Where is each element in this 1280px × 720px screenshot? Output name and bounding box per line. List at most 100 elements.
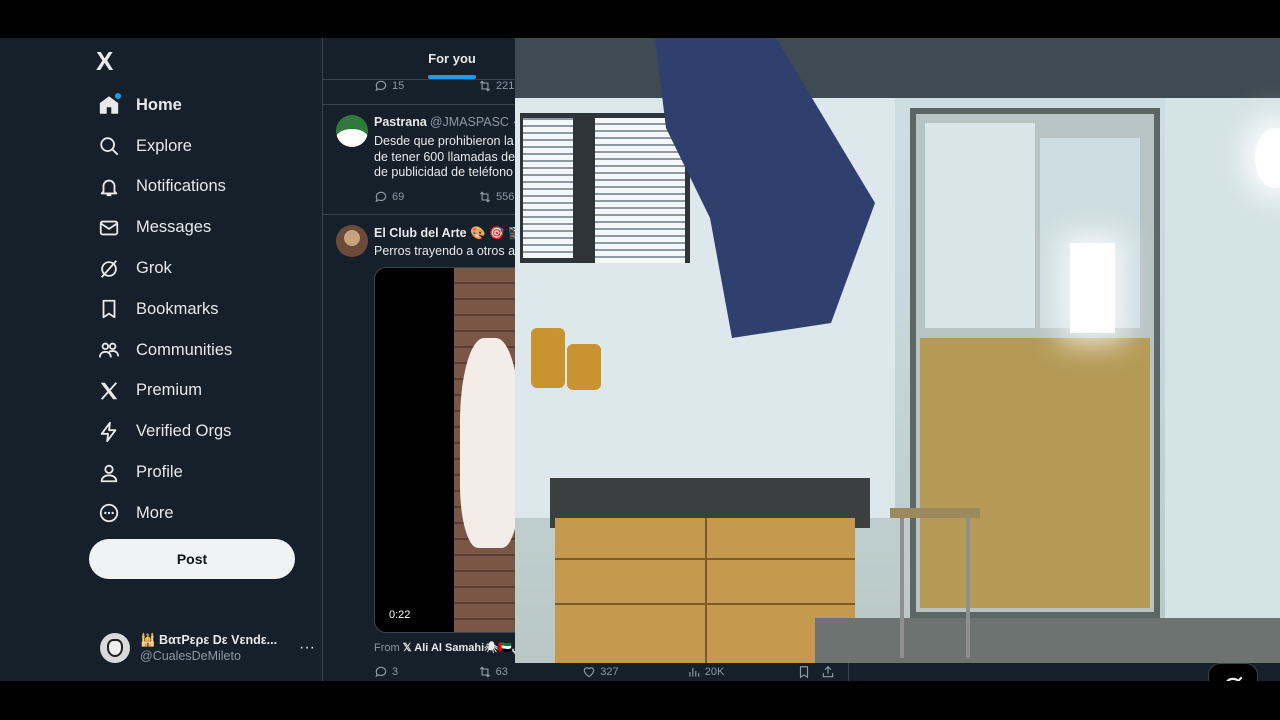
nav-label: Messages [136,218,212,237]
heart-icon [583,667,595,678]
home-icon [96,92,122,118]
video-subject [460,338,520,548]
scene-jar [567,344,601,390]
avatar[interactable] [336,115,368,147]
repost-count: 221 [496,80,515,92]
tweet-text: de tener 600 llamadas de [374,150,516,164]
nav-label: Home [136,95,182,114]
top-black-bar [0,0,1280,38]
tweet-author-handle[interactable]: @JMASPASC · [430,115,517,129]
view-count: 20K [704,666,725,678]
share-icon [822,665,834,678]
scene-jar [531,328,565,388]
envelope-icon [96,215,122,241]
nav-item-more[interactable]: More [96,493,232,534]
person-icon [96,460,122,486]
account-text: 🕌 BατPερε Dε Vεndε... @CualesDeMileto [140,632,295,664]
notification-dot [115,93,121,100]
repost-button[interactable]: 63 [478,665,583,679]
bookmark-icon [96,296,122,322]
account-handle: @CualesDeMileto [140,649,241,663]
floating-video-player[interactable] [515,38,1280,663]
repost-count: 63 [495,666,508,678]
reply-icon [375,80,387,92]
reply-button[interactable]: 15 [374,79,478,93]
tweet-text: Perros trayendo a otros a [374,244,516,258]
scene-blinds [523,118,573,258]
nav-item-communities[interactable]: Communities [96,330,232,371]
nav-label: Notifications [136,177,226,196]
account-name: 🕌 BατPερε Dε Vεndε... [140,633,278,647]
tweet-author-name[interactable]: El Club del Arte 🎨 🎯 🎬 [374,226,524,240]
x-app: X Home Explore Notifications Messages Gr… [0,38,1280,711]
reply-icon [375,666,387,678]
nav-label: Grok [136,259,172,278]
repost-icon [479,80,491,92]
nav-item-bookmarks[interactable]: Bookmarks [96,289,232,330]
share-button[interactable] [821,665,839,679]
avatar [100,633,130,663]
grok-icon [96,256,122,282]
tweet-text: Desde que prohibieron la [374,134,514,148]
repost-icon [479,191,491,203]
nav-item-premium[interactable]: Premium [96,371,232,412]
nav-item-messages[interactable]: Messages [96,207,232,248]
repost-button[interactable]: 221 [478,79,514,93]
scene-ceiling [515,38,1280,98]
scene-light [1070,243,1115,333]
tweet-header: El Club del Arte 🎨 🎯 🎬 [374,226,524,241]
more-dots-icon[interactable]: ··· [299,639,315,657]
scene-door-glass [925,123,1035,328]
tweet-author-name[interactable]: Pastrana [374,115,427,129]
from-prefix: From [374,642,400,654]
video-duration: 0:22 [385,608,415,622]
views-icon [689,667,700,677]
nav-list: Home Explore Notifications Messages Grok… [96,85,232,534]
scene-stool [890,508,980,658]
views-button[interactable]: 20K [687,665,798,679]
bottom-black-bar [0,681,1280,720]
tweet-actions: 69 556 [374,190,514,204]
reply-count: 69 [392,191,405,203]
x-logo-icon [96,378,122,404]
scene-blinds [595,118,685,263]
nav-item-home[interactable]: Home [96,85,232,126]
nav-label: Bookmarks [136,299,219,318]
nav-item-grok[interactable]: Grok [96,248,232,289]
more-circle-icon [96,500,122,526]
sidebar: X Home Explore Notifications Messages Gr… [0,38,323,681]
tab-for-you[interactable]: For you [409,51,495,66]
bookmark-button[interactable] [797,665,821,679]
nav-item-explore[interactable]: Explore [96,126,232,167]
bookmark-icon [800,666,809,679]
nav-label: More [136,503,174,522]
x-logo-icon[interactable]: X [96,48,124,74]
like-button[interactable]: 327 [582,665,687,679]
nav-label: Premium [136,381,203,400]
tweet-actions: 15 221 [374,79,514,93]
communities-icon [96,337,122,363]
bell-icon [96,174,122,200]
reply-count: 3 [392,666,399,678]
tweet-header: Pastrana @JMASPASC · [374,115,517,129]
avatar[interactable] [336,225,368,257]
reply-button[interactable]: 69 [374,190,478,204]
repost-button[interactable]: 556 [478,190,514,204]
account-switcher[interactable]: 🕌 BατPερε Dε Vεndε... @CualesDeMileto ··… [100,628,315,668]
nav-label: Profile [136,463,183,482]
tweet-actions: 3 63 327 20K [374,665,839,679]
nav-label: Explore [136,136,192,155]
like-count: 327 [600,666,619,678]
nav-item-verified-orgs[interactable]: Verified Orgs [96,411,232,452]
nav-item-profile[interactable]: Profile [96,452,232,493]
scene-drawer [705,518,707,663]
post-button[interactable]: Post [89,539,295,579]
tweet-text: de publicidad de teléfono [374,165,514,179]
repost-icon [479,666,490,678]
nav-item-notifications[interactable]: Notifications [96,167,232,208]
repost-count: 556 [496,191,515,203]
nav-label: Verified Orgs [136,422,232,441]
reply-button[interactable]: 3 [374,665,478,679]
search-icon [96,133,122,159]
scene-floor [815,618,1280,663]
